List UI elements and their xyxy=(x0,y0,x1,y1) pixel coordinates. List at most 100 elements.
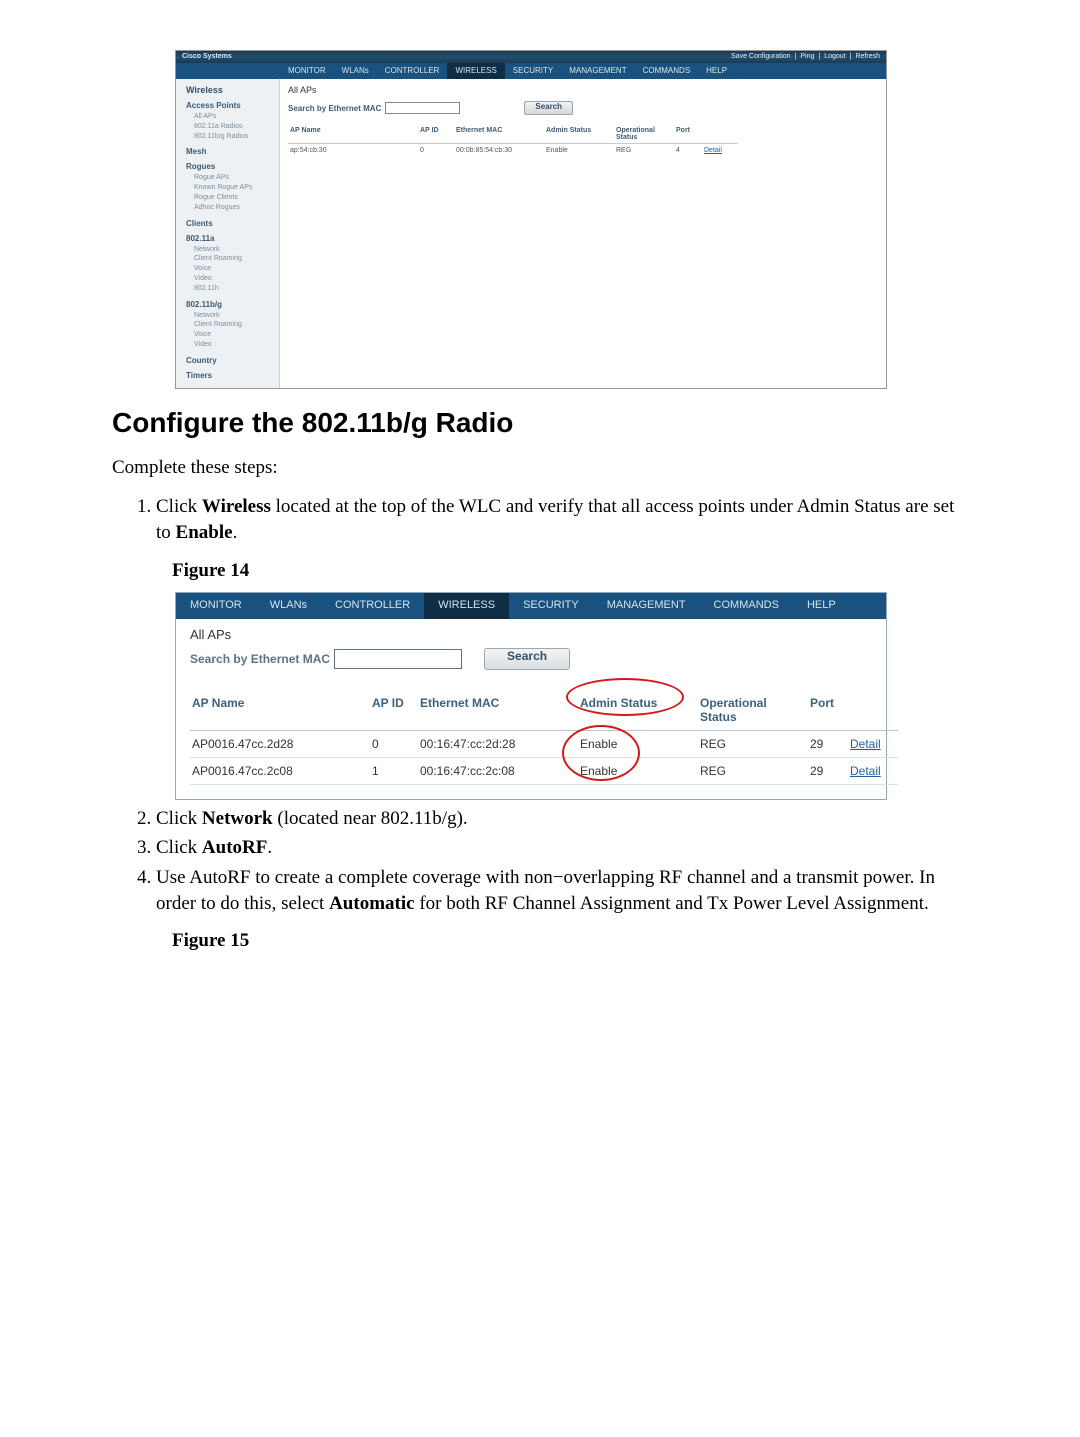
ap-table: AP Name AP ID Ethernet MAC Admin Status … xyxy=(288,125,878,157)
top-global-links: Save Configuration| Ping| Logout| Refres… xyxy=(731,53,880,63)
tab-management[interactable]: MANAGEMENT xyxy=(593,593,700,619)
step-2: Click Network (located near 802.11b/g). xyxy=(156,806,968,832)
cell-ap-id: 0 xyxy=(418,144,454,157)
tab-help[interactable]: HELP xyxy=(793,593,850,619)
figure-15-caption: Figure 15 xyxy=(172,930,968,952)
tab-wlans[interactable]: WLANs xyxy=(256,593,321,619)
search-input[interactable] xyxy=(334,649,462,669)
sidebar-cat-80211bg[interactable]: 802.11b/g xyxy=(186,300,277,309)
cell-admin: Enable xyxy=(578,758,698,785)
search-label: Search by Ethernet MAC xyxy=(190,652,330,666)
search-button[interactable]: Search xyxy=(484,648,570,670)
main-tabs: MONITOR WLANs CONTROLLER WIRELESS SECURI… xyxy=(176,593,886,619)
sidebar-sub-known-rogue-aps[interactable]: Known Rogue APs xyxy=(194,183,277,193)
sidebar-sub-rogue-aps[interactable]: Rogue APs xyxy=(194,173,277,183)
sidebar-sub-80211a-radios[interactable]: 802.11a Radios xyxy=(194,122,277,132)
col-port: Port xyxy=(674,125,702,144)
figure-14: MONITOR WLANs CONTROLLER WIRELESS SECURI… xyxy=(175,592,887,800)
col-mac: Ethernet MAC xyxy=(454,125,544,144)
search-input[interactable] xyxy=(385,102,460,114)
sidebar-sub-80211bg-radios[interactable]: 802.11b/g Radios xyxy=(194,132,277,142)
cell-detail: Detail xyxy=(848,758,898,785)
tab-security[interactable]: SECURITY xyxy=(509,593,593,619)
link-refresh[interactable]: Refresh xyxy=(855,53,880,63)
cell-port: 29 xyxy=(808,758,848,785)
sidebar-sub-80211a-network[interactable]: Network xyxy=(194,245,277,255)
cell-ap-id: 0 xyxy=(370,731,418,758)
ap-table: AP Name AP ID Ethernet MAC Admin Status … xyxy=(190,692,872,785)
main-panel: All APs Search by Ethernet MAC Search AP… xyxy=(280,79,886,388)
tab-commands[interactable]: COMMANDS xyxy=(700,593,793,619)
sidebar-title: Wireless xyxy=(186,85,277,95)
sidebar-sub-all-aps[interactable]: All APs xyxy=(194,112,277,122)
steps-list-2: Click Network (located near 802.11b/g). … xyxy=(134,806,968,917)
figure-14-caption: Figure 14 xyxy=(172,560,968,582)
link-save-config[interactable]: Save Configuration xyxy=(731,53,791,63)
col-ap-name: AP Name xyxy=(190,692,370,731)
cell-admin: Enable xyxy=(544,144,614,157)
col-detail xyxy=(702,125,738,144)
cell-mac: 00:16:47:cc:2d:28 xyxy=(418,731,578,758)
page-title: All APs xyxy=(190,627,872,642)
sidebar: Wireless Access Points All APs 802.11a R… xyxy=(176,79,280,388)
main-tabs: MONITOR WLANs CONTROLLER WIRELESS SECURI… xyxy=(176,63,886,79)
sidebar-cat-rogues[interactable]: Rogues xyxy=(186,162,277,171)
steps-list-1: Click Wireless located at the top of the… xyxy=(134,494,968,545)
sidebar-sub-80211h[interactable]: 802.11h xyxy=(194,284,277,294)
vendor-label: Cisco Systems xyxy=(182,53,232,63)
col-port: Port xyxy=(808,692,848,731)
detail-link[interactable]: Detail xyxy=(850,764,881,778)
col-detail xyxy=(848,692,898,731)
link-ping[interactable]: Ping xyxy=(800,53,814,63)
sidebar-cat-country[interactable]: Country xyxy=(186,356,277,365)
cell-admin: Enable xyxy=(578,731,698,758)
cell-detail: Detail xyxy=(702,144,738,157)
search-button[interactable]: Search xyxy=(524,101,573,115)
cell-ap-name: AP0016.47cc.2c08 xyxy=(190,758,370,785)
sidebar-sub-80211bg-roaming[interactable]: Client Roaming xyxy=(194,320,277,330)
detail-link[interactable]: Detail xyxy=(850,737,881,751)
sidebar-cat-timers[interactable]: Timers xyxy=(186,371,277,380)
detail-link[interactable]: Detail xyxy=(704,147,722,154)
col-mac: Ethernet MAC xyxy=(418,692,578,731)
cell-op: REG xyxy=(698,758,808,785)
cell-ap-name: AP0016.47cc.2d28 xyxy=(190,731,370,758)
tab-wireless[interactable]: WIRELESS xyxy=(424,593,509,619)
sidebar-sub-80211bg-voice[interactable]: Voice xyxy=(194,330,277,340)
cell-mac: 00:0b:85:54:cb:30 xyxy=(454,144,544,157)
tab-help[interactable]: HELP xyxy=(698,63,735,79)
intro-paragraph: Complete these steps: xyxy=(112,455,968,481)
tab-commands[interactable]: COMMANDS xyxy=(635,63,699,79)
tab-wireless[interactable]: WIRELESS xyxy=(447,63,504,79)
step-4: Use AutoRF to create a complete coverage… xyxy=(156,865,968,916)
sidebar-sub-rogue-clients[interactable]: Rogue Clients xyxy=(194,193,277,203)
col-admin: Admin Status xyxy=(544,125,614,144)
sidebar-sub-80211bg-video[interactable]: Video xyxy=(194,340,277,350)
link-logout[interactable]: Logout xyxy=(824,53,845,63)
cell-port: 29 xyxy=(808,731,848,758)
sidebar-sub-80211bg-network[interactable]: Network xyxy=(194,311,277,321)
cell-op: REG xyxy=(698,731,808,758)
tab-security[interactable]: SECURITY xyxy=(505,63,561,79)
page-title: All APs xyxy=(288,85,878,95)
col-ap-id: AP ID xyxy=(418,125,454,144)
tab-controller[interactable]: CONTROLLER xyxy=(321,593,424,619)
cell-mac: 00:16:47:cc:2c:08 xyxy=(418,758,578,785)
col-ap-id: AP ID xyxy=(370,692,418,731)
tab-controller[interactable]: CONTROLLER xyxy=(377,63,448,79)
sidebar-sub-80211a-voice[interactable]: Voice xyxy=(194,264,277,274)
sidebar-cat-80211a[interactable]: 802.11a xyxy=(186,234,277,243)
sidebar-cat-mesh[interactable]: Mesh xyxy=(186,147,277,156)
sidebar-sub-80211a-video[interactable]: Video xyxy=(194,274,277,284)
sidebar-cat-clients[interactable]: Clients xyxy=(186,219,277,228)
tab-monitor[interactable]: MONITOR xyxy=(280,63,334,79)
step-3: Click AutoRF. xyxy=(156,835,968,861)
sidebar-cat-access-points[interactable]: Access Points xyxy=(186,101,277,110)
tab-wlans[interactable]: WLANs xyxy=(334,63,377,79)
figure-13: Cisco Systems Save Configuration| Ping| … xyxy=(175,50,887,389)
tab-monitor[interactable]: MONITOR xyxy=(176,593,256,619)
tab-management[interactable]: MANAGEMENT xyxy=(561,63,634,79)
cell-detail: Detail xyxy=(848,731,898,758)
sidebar-sub-80211a-roaming[interactable]: Client Roaming xyxy=(194,254,277,264)
sidebar-sub-adhoc-rogues[interactable]: Adhoc Rogues xyxy=(194,203,277,213)
